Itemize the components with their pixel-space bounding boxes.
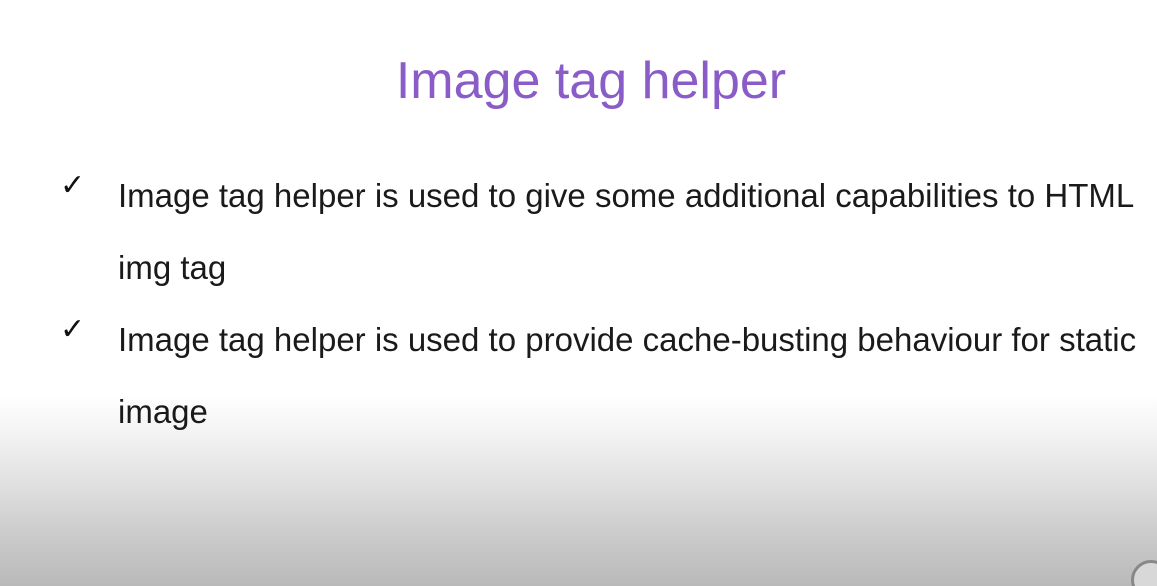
slide-title: Image tag helper <box>395 52 787 110</box>
bullet-list: ✓ Image tag helper is used to give some … <box>60 160 1150 448</box>
circle-icon <box>1131 560 1157 586</box>
bullet-item: ✓ Image tag helper is used to provide ca… <box>60 304 1150 448</box>
bullet-text: Image tag helper is used to give some ad… <box>118 177 1133 286</box>
checkmark-icon: ✓ <box>60 168 86 203</box>
bullet-text: Image tag helper is used to provide cach… <box>118 321 1137 430</box>
checkmark-icon: ✓ <box>60 312 86 347</box>
bullet-item: ✓ Image tag helper is used to give some … <box>60 160 1150 304</box>
slide: Image tag helper ✓ Image tag helper is u… <box>0 0 1157 586</box>
